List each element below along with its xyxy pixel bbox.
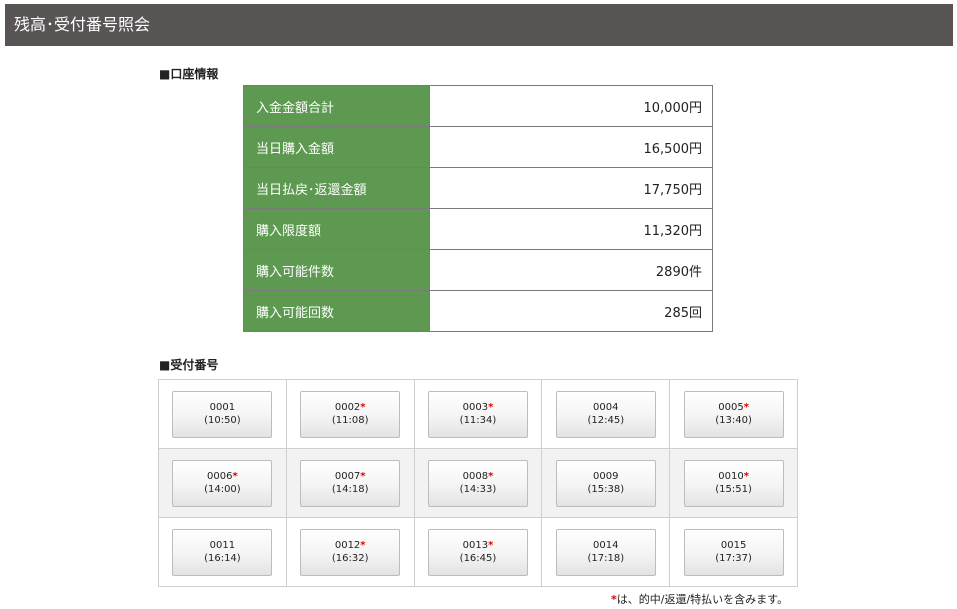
receipt-mark: * bbox=[360, 539, 366, 551]
receipt-time: (15:51) bbox=[715, 483, 752, 495]
receipt-time: (17:18) bbox=[587, 552, 625, 564]
receipt-number: 0008 bbox=[462, 470, 489, 482]
receipt-grid: 0001 (10:50) 0002* (11:08) 0003* (11:34)… bbox=[158, 379, 798, 587]
receipt-mark: * bbox=[743, 401, 749, 413]
account-value: 16,500円 bbox=[429, 126, 713, 168]
receipt-number: 0005 bbox=[718, 401, 744, 413]
receipt-number: 0010 bbox=[718, 470, 744, 482]
account-row: 購入限度額 11,320円 bbox=[243, 208, 713, 250]
receipt-cell: 0005* (13:40) bbox=[669, 379, 798, 449]
receipt-cell: 0015 (17:37) bbox=[669, 517, 798, 587]
receipt-button[interactable]: 0002* (11:08) bbox=[300, 390, 401, 438]
receipt-section-title: ■受付番号 bbox=[159, 358, 219, 372]
account-value: 11,320円 bbox=[429, 208, 713, 250]
receipt-mark: * bbox=[488, 539, 494, 551]
receipt-number: 0015 bbox=[720, 539, 747, 551]
receipt-mark: * bbox=[232, 470, 238, 482]
account-row: 当日払戻･返還金額 17,750円 bbox=[243, 167, 713, 209]
account-value: 10,000円 bbox=[429, 85, 713, 127]
receipt-time: (16:45) bbox=[459, 552, 497, 564]
receipt-button[interactable]: 0005* (13:40) bbox=[683, 390, 784, 438]
receipt-button[interactable]: 0013* (16:45) bbox=[427, 528, 528, 576]
account-label: 当日払戻･返還金額 bbox=[243, 167, 430, 209]
receipt-number: 0009 bbox=[593, 470, 619, 482]
account-value: 17,750円 bbox=[429, 167, 713, 209]
receipt-row: 0001 (10:50) 0002* (11:08) 0003* (11:34)… bbox=[158, 379, 798, 449]
receipt-cell: 0012* (16:32) bbox=[285, 517, 415, 587]
receipt-mark: * bbox=[360, 470, 366, 482]
receipt-number: 0003 bbox=[462, 401, 489, 413]
receipt-number: 0001 bbox=[209, 401, 236, 413]
account-row: 当日購入金額 16,500円 bbox=[243, 126, 713, 168]
receipt-cell: 0009 (15:38) bbox=[541, 448, 671, 518]
account-row: 購入可能回数 285回 bbox=[243, 290, 713, 332]
page-header: 残高･受付番号照会 bbox=[5, 4, 953, 46]
receipt-row: 0011 (16:14) 0012* (16:32) 0013* (16:45)… bbox=[158, 517, 798, 587]
receipt-button[interactable]: 0015 (17:37) bbox=[683, 528, 784, 576]
receipt-time: (15:38) bbox=[587, 483, 625, 495]
receipt-time: (12:45) bbox=[587, 414, 625, 426]
receipt-mark: * bbox=[488, 401, 494, 413]
receipt-button[interactable]: 0014 (17:18) bbox=[555, 528, 656, 576]
receipt-button[interactable]: 0007* (14:18) bbox=[300, 459, 401, 507]
account-label: 購入可能回数 bbox=[243, 290, 430, 332]
receipt-button[interactable]: 0008* (14:33) bbox=[427, 459, 528, 507]
receipt-row: 0006* (14:00) 0007* (14:18) 0008* (14:33… bbox=[158, 448, 798, 518]
receipt-button[interactable]: 0009 (15:38) bbox=[555, 459, 656, 507]
receipt-cell: 0006* (14:00) bbox=[158, 448, 287, 518]
note-text: は、的中/返還/特払いを含みます。 bbox=[616, 593, 789, 606]
receipt-button[interactable]: 0010* (15:51) bbox=[683, 459, 784, 507]
account-section-title: ■口座情報 bbox=[159, 67, 219, 81]
receipt-button[interactable]: 0011 (16:14) bbox=[172, 528, 273, 576]
receipt-button[interactable]: 0012* (16:32) bbox=[300, 528, 401, 576]
receipt-cell: 0002* (11:08) bbox=[285, 379, 415, 449]
account-table: 入金金額合計 10,000円 当日購入金額 16,500円 当日払戻･返還金額 … bbox=[243, 85, 713, 332]
receipt-cell: 0014 (17:18) bbox=[541, 517, 671, 587]
receipt-time: (16:14) bbox=[204, 552, 241, 564]
receipt-mark: * bbox=[360, 401, 366, 413]
receipt-button[interactable]: 0004 (12:45) bbox=[555, 390, 656, 438]
receipt-cell: 0007* (14:18) bbox=[285, 448, 415, 518]
receipt-cell: 0008* (14:33) bbox=[413, 448, 543, 518]
receipt-mark: * bbox=[743, 470, 749, 482]
account-value: 2890件 bbox=[429, 249, 713, 291]
receipt-cell: 0010* (15:51) bbox=[669, 448, 798, 518]
account-label: 入金金額合計 bbox=[243, 85, 430, 127]
receipt-time: (14:18) bbox=[331, 483, 369, 495]
receipt-time: (11:34) bbox=[459, 414, 497, 426]
receipt-number: 0011 bbox=[209, 539, 236, 551]
account-label: 購入可能件数 bbox=[243, 249, 430, 291]
account-row: 購入可能件数 2890件 bbox=[243, 249, 713, 291]
receipt-time: (11:08) bbox=[331, 414, 369, 426]
receipt-cell: 0011 (16:14) bbox=[158, 517, 287, 587]
receipt-number: 0013 bbox=[462, 539, 489, 551]
receipt-time: (13:40) bbox=[715, 414, 752, 426]
receipt-time: (14:33) bbox=[459, 483, 497, 495]
receipt-cell: 0004 (12:45) bbox=[541, 379, 671, 449]
receipt-button[interactable]: 0006* (14:00) bbox=[172, 459, 273, 507]
receipt-time: (16:32) bbox=[331, 552, 369, 564]
receipt-button[interactable]: 0003* (11:34) bbox=[427, 390, 528, 438]
receipt-button[interactable]: 0001 (10:50) bbox=[172, 390, 273, 438]
receipt-number: 0002 bbox=[334, 401, 361, 413]
receipt-number: 0007 bbox=[334, 470, 361, 482]
receipt-cell: 0003* (11:34) bbox=[413, 379, 543, 449]
account-value: 285回 bbox=[429, 290, 713, 332]
receipt-cell: 0001 (10:50) bbox=[158, 379, 287, 449]
account-row: 入金金額合計 10,000円 bbox=[243, 85, 713, 127]
account-label: 当日購入金額 bbox=[243, 126, 430, 168]
receipt-number: 0004 bbox=[593, 401, 619, 413]
receipt-number: 0014 bbox=[593, 539, 619, 551]
receipt-number: 0006 bbox=[207, 470, 233, 482]
receipt-cell: 0013* (16:45) bbox=[413, 517, 543, 587]
receipt-time: (17:37) bbox=[715, 552, 752, 564]
receipt-time: (14:00) bbox=[204, 483, 241, 495]
page-title: 残高･受付番号照会 bbox=[14, 15, 151, 34]
receipt-time: (10:50) bbox=[204, 414, 241, 426]
receipt-note: *は、的中/返還/特払いを含みます。 bbox=[611, 591, 788, 607]
receipt-number: 0012 bbox=[334, 539, 361, 551]
account-label: 購入限度額 bbox=[243, 208, 430, 250]
receipt-mark: * bbox=[488, 470, 494, 482]
